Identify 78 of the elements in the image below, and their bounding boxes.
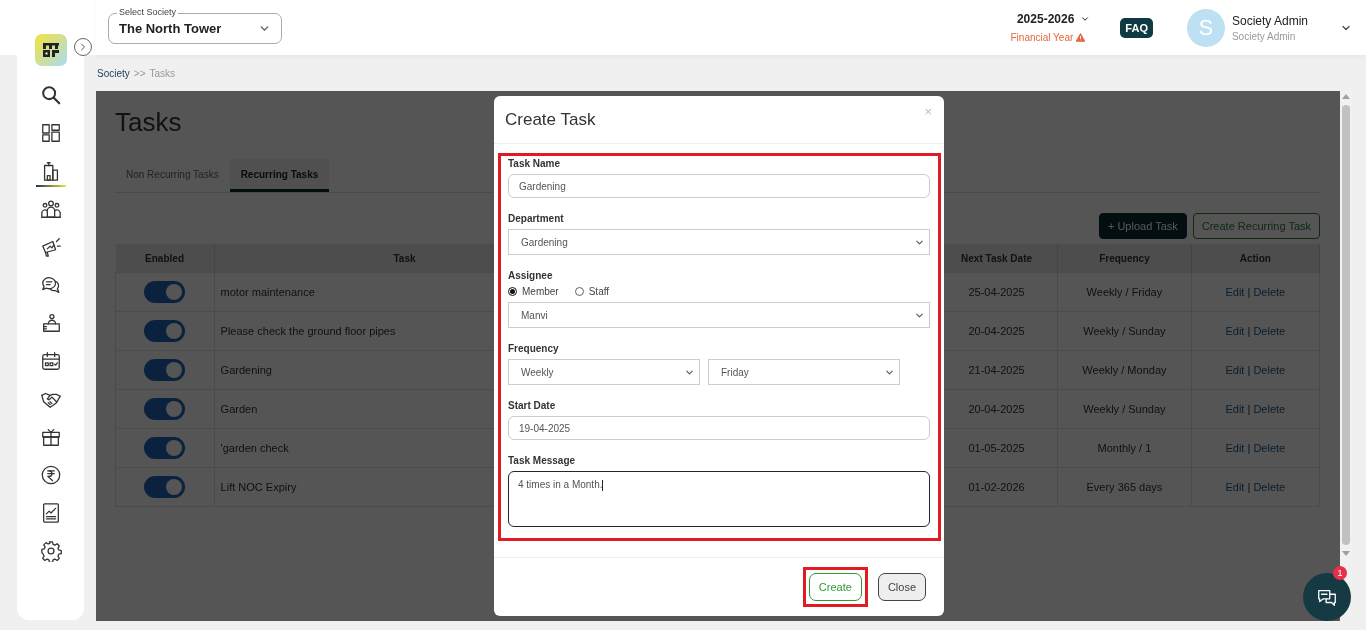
table-cell: Weekly / Friday xyxy=(1057,272,1192,312)
table-cell: Weekly / Monday xyxy=(1057,350,1192,390)
edit-link[interactable]: Edit xyxy=(1225,481,1245,493)
toggle-switch[interactable] xyxy=(144,398,186,420)
calendar-icon xyxy=(39,350,62,372)
user-role: Society Admin xyxy=(1231,30,1297,42)
warning-icon xyxy=(1076,33,1086,42)
breadcrumb-current: Tasks xyxy=(149,67,176,79)
toggle-switch[interactable] xyxy=(144,359,186,381)
chat-icon xyxy=(39,274,62,296)
action-separator: | xyxy=(1246,442,1252,454)
financial-year-label: Financial Year xyxy=(1010,32,1074,43)
breadcrumb-separator: >> xyxy=(133,67,146,79)
notification-badge: 1 xyxy=(1333,566,1347,580)
action-separator: | xyxy=(1246,286,1252,298)
rupee-icon xyxy=(39,464,62,486)
toggle-switch[interactable] xyxy=(144,476,186,498)
edit-link[interactable]: Edit xyxy=(1225,442,1245,454)
select-value: The North Tower xyxy=(119,20,222,36)
close-button[interactable]: × xyxy=(924,104,932,119)
text-area[interactable]: 4 times in a Month. xyxy=(508,471,930,527)
user-name: Society Admin xyxy=(1231,13,1308,28)
dropdown[interactable]: Gardening xyxy=(508,229,930,255)
action-separator: | xyxy=(1246,325,1252,337)
toggle-switch[interactable] xyxy=(144,320,186,342)
toggle-switch[interactable] xyxy=(144,281,186,303)
page-title: Tasks xyxy=(115,106,182,139)
search-icon xyxy=(39,84,62,106)
create-recurring-task-button[interactable]: Create Recurring Task xyxy=(1192,213,1320,239)
logo-icon xyxy=(34,34,67,66)
close-button[interactable]: Close xyxy=(877,573,926,601)
delete-link[interactable]: Delete xyxy=(1253,325,1286,337)
table-cell: Weekly / Sunday xyxy=(1057,389,1192,429)
column-header: Frequency xyxy=(1057,244,1192,273)
field-label: Task Message xyxy=(508,455,577,466)
action-separator: | xyxy=(1246,364,1252,376)
field-label: Task Name xyxy=(508,158,562,169)
field-label: Start Date xyxy=(508,400,557,411)
people-icon xyxy=(39,198,62,220)
select-label: Select Society xyxy=(117,6,179,17)
table-cell: Every 365 days xyxy=(1057,467,1192,507)
grid-icon xyxy=(39,122,62,144)
dropdown[interactable]: Manvi xyxy=(508,302,930,328)
upload-task-button[interactable]: + Upload Task xyxy=(1098,213,1187,239)
toggle-switch[interactable] xyxy=(144,437,186,459)
edit-link[interactable]: Edit xyxy=(1225,325,1245,337)
action-separator: | xyxy=(1246,403,1252,415)
create-button[interactable]: Create xyxy=(808,573,862,601)
faq-button[interactable]: FAQ xyxy=(1120,17,1153,38)
delete-link[interactable]: Delete xyxy=(1253,442,1286,454)
delete-link[interactable]: Delete xyxy=(1253,481,1286,493)
megaphone-icon xyxy=(39,236,62,258)
table-cell: Monthly / 1 xyxy=(1057,428,1192,468)
settings-icon xyxy=(39,540,62,562)
modal-title: Create Task xyxy=(505,109,596,130)
column-header: Enabled xyxy=(115,244,215,273)
field-label: Department xyxy=(508,213,565,224)
radio-option[interactable]: Member xyxy=(508,286,559,297)
user-avatar: S xyxy=(1186,8,1225,47)
table-cell: Weekly / Sunday xyxy=(1057,311,1192,351)
year-dropdown[interactable]: 2025-2026 xyxy=(1016,12,1091,26)
column-header: Action xyxy=(1191,244,1320,273)
edit-link[interactable]: Edit xyxy=(1225,403,1245,415)
delete-link[interactable]: Delete xyxy=(1253,286,1286,298)
dropdown[interactable]: Weekly xyxy=(508,359,700,385)
delete-link[interactable]: Delete xyxy=(1253,403,1286,415)
action-separator: | xyxy=(1246,481,1252,493)
breadcrumb-link[interactable]: Society xyxy=(97,67,130,79)
edit-link[interactable]: Edit xyxy=(1225,364,1245,376)
input-field[interactable]: Gardening xyxy=(508,174,930,198)
box-icon xyxy=(39,426,62,448)
input-field[interactable]: 19-04-2025 xyxy=(508,416,930,440)
dropdown[interactable]: Friday xyxy=(708,359,900,385)
delete-link[interactable]: Delete xyxy=(1253,364,1286,376)
chevron-down-icon xyxy=(1080,14,1091,24)
field-label: Assignee xyxy=(508,270,554,281)
edit-link[interactable]: Edit xyxy=(1225,286,1245,298)
tab[interactable]: Recurring Tasks xyxy=(229,159,330,192)
